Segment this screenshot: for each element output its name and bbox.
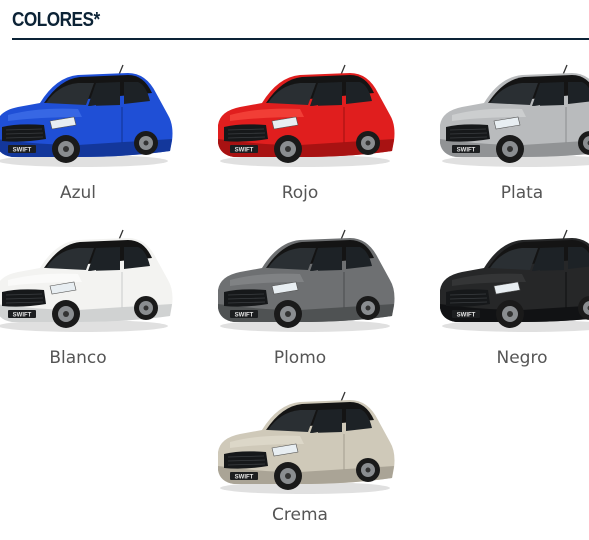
plate-badge: SWIFT [235,148,254,154]
car-image: SWIFT [200,63,400,173]
color-option-blanco[interactable]: SWIFT Blanco [0,228,178,378]
car-image: SWIFT [200,228,400,338]
plate-badge: SWIFT [457,148,476,154]
color-option-plomo[interactable]: SWIFT Plomo [200,228,400,378]
color-option-negro[interactable]: SWIFT Negro [422,228,589,378]
car-image: SWIFT [422,63,589,173]
color-label: Plomo [200,348,400,368]
color-option-crema[interactable]: SWIFT Crema [200,390,400,540]
color-option-azul[interactable]: SWIFT Azul [0,63,178,213]
plate-badge: SWIFT [13,313,32,319]
plate-badge: SWIFT [457,313,476,319]
color-label: Crema [200,505,400,525]
car-image: SWIFT [200,390,400,500]
plate-badge: SWIFT [235,313,254,319]
plate-badge: SWIFT [235,475,254,481]
title-divider [12,38,589,40]
color-label: Negro [422,348,589,368]
color-label: Blanco [0,348,178,368]
color-option-rojo[interactable]: SWIFT Rojo [200,63,400,213]
car-image: SWIFT [0,63,178,173]
plate-badge: SWIFT [13,148,32,154]
color-label: Azul [0,183,178,203]
car-image: SWIFT [0,228,178,338]
car-image: SWIFT [422,228,589,338]
section-title: COLORES* [12,9,100,32]
color-label: Rojo [200,183,400,203]
color-option-plata[interactable]: SWIFT Plata [422,63,589,213]
color-label: Plata [422,183,589,203]
